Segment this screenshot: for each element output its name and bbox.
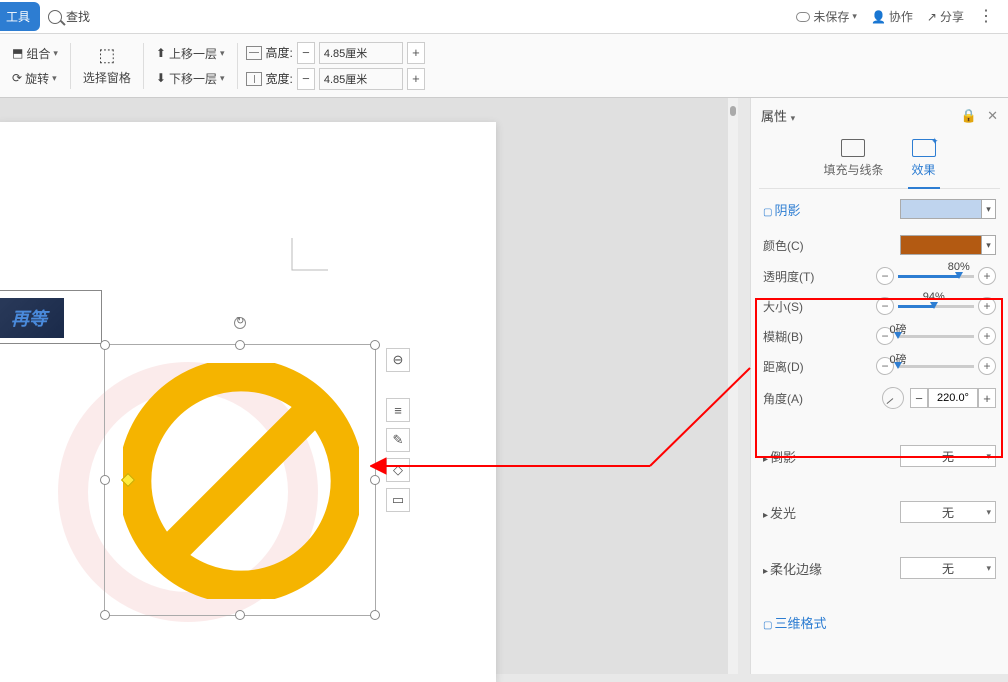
width-minus[interactable]: − — [297, 68, 315, 90]
share-label: 分享 — [940, 8, 964, 25]
selection-outer[interactable] — [0, 290, 102, 344]
angle-dial[interactable] — [882, 387, 904, 409]
handle-rotate[interactable] — [234, 317, 246, 329]
width-control: 宽度: − 4.85厘米 + — [246, 68, 425, 90]
tab-fill[interactable]: 填充与线条 — [823, 139, 883, 178]
no-entry-shape[interactable] — [123, 363, 359, 599]
search-label: 查找 — [66, 8, 90, 25]
cloud-icon — [796, 12, 810, 22]
reflection-dropdown[interactable]: 无 — [900, 445, 996, 467]
width-plus[interactable]: + — [407, 68, 425, 90]
rotate-button[interactable]: ⟳ 旋转▾ — [8, 68, 62, 89]
unsaved-label: 未保存 — [813, 8, 849, 25]
close-icon[interactable]: ✕ — [987, 108, 998, 124]
topbar: 工具 查找 未保存▾ 👤 协作 ↗ 分享 ⋮ — [0, 0, 1008, 34]
shadow-section[interactable]: ▢阴影 — [763, 200, 800, 219]
angle-input[interactable] — [928, 388, 978, 408]
height-label: 高度: — [266, 44, 293, 61]
softedge-section[interactable]: ▸柔化边缘 — [763, 559, 822, 578]
height-minus[interactable]: − — [297, 42, 315, 64]
rotate-label: 旋转 — [25, 70, 49, 87]
blur-slider[interactable]: 0磅 — [898, 335, 974, 338]
size-minus[interactable]: − — [876, 297, 894, 315]
handle-tr[interactable] — [370, 340, 380, 350]
angle-plus[interactable]: + — [978, 388, 996, 408]
search-button[interactable]: 查找 — [48, 8, 90, 25]
send-backward-label: 下移一层 — [169, 70, 217, 87]
tab-effect[interactable]: 效果 — [912, 139, 936, 178]
collab-label: 协作 — [889, 8, 913, 25]
send-backward-button[interactable]: ⬇ 下移一层▾ — [152, 68, 229, 89]
shadow-preset[interactable]: ▾ — [900, 199, 996, 219]
select-pane-label: 选择窗格 — [83, 69, 131, 86]
tab-effect-label: 效果 — [912, 161, 936, 178]
size-plus[interactable]: + — [978, 297, 996, 315]
blur-plus[interactable]: + — [978, 327, 996, 345]
active-tool-tab[interactable]: 工具 — [0, 2, 40, 31]
unsaved-status[interactable]: 未保存▾ — [796, 8, 857, 25]
handle-ml[interactable] — [100, 475, 110, 485]
handle-tc[interactable] — [235, 340, 245, 350]
tabs: 填充与线条 效果 — [759, 133, 1000, 189]
search-icon — [48, 10, 62, 24]
tab-fill-label: 填充与线条 — [823, 161, 883, 178]
shadow-color-label: 颜色(C) — [763, 237, 804, 254]
distance-slider[interactable]: 0磅 — [898, 365, 974, 368]
height-value: 4.85厘米 — [320, 45, 402, 61]
size-slider[interactable]: 94% — [898, 305, 974, 308]
transparency-minus[interactable]: − — [876, 267, 894, 285]
corner-mark — [288, 234, 336, 276]
select-pane-icon: ⬚ — [98, 45, 115, 66]
size-label: 大小(S) — [763, 298, 803, 315]
select-pane-button[interactable]: ⬚ 选择窗格 — [79, 43, 135, 88]
transparency-slider[interactable]: 80% — [898, 275, 974, 278]
handle-bc[interactable] — [235, 610, 245, 620]
collab-button[interactable]: 👤 协作 — [871, 8, 913, 25]
handle-tl[interactable] — [100, 340, 110, 350]
bring-forward-button[interactable]: ⬆ 上移一层▾ — [152, 43, 229, 64]
selection-main[interactable] — [104, 344, 376, 616]
combine-button[interactable]: ⬒ 组合▾ — [8, 43, 62, 64]
handle-br[interactable] — [370, 610, 380, 620]
properties-panel: 属性 ▾ 🔒 ✕ 填充与线条 效果 ▢阴影 ▾ 颜色(C) ▾ 透明度(T) −… — [750, 98, 1008, 674]
combine-label: 组合 — [26, 45, 50, 62]
height-control: 高度: − 4.85厘米 + — [246, 42, 425, 64]
effect-icon — [912, 139, 936, 157]
threed-section[interactable]: ▢三维格式 — [763, 613, 826, 632]
bring-forward-label: 上移一层 — [169, 45, 217, 62]
share-button[interactable]: ↗ 分享 — [927, 8, 964, 25]
transparency-plus[interactable]: + — [978, 267, 996, 285]
height-icon — [246, 46, 262, 60]
width-label: 宽度: — [266, 70, 293, 87]
distance-plus[interactable]: + — [978, 357, 996, 375]
fill-icon — [841, 139, 865, 157]
ribbon: ⬒ 组合▾ ⟳ 旋转▾ ⬚ 选择窗格 ⬆ 上移一层▾ ⬇ 下移一层▾ 高度: −… — [0, 34, 1008, 98]
glow-dropdown[interactable]: 无 — [900, 501, 996, 523]
angle-minus[interactable]: − — [910, 388, 928, 408]
height-plus[interactable]: + — [407, 42, 425, 64]
width-value: 4.85厘米 — [320, 71, 402, 87]
lock-icon[interactable]: 🔒 — [961, 108, 977, 124]
transparency-label: 透明度(T) — [763, 268, 814, 285]
shadow-color[interactable]: ▾ — [900, 235, 996, 255]
height-input[interactable]: 4.85厘米 — [319, 42, 403, 64]
softedge-dropdown[interactable]: 无 — [900, 557, 996, 579]
annotation-arrow — [370, 358, 770, 558]
blur-label: 模糊(B) — [763, 328, 803, 345]
panel-title: 属性 ▾ — [761, 106, 795, 125]
handle-bl[interactable] — [100, 610, 110, 620]
width-icon — [246, 72, 262, 86]
more-icon[interactable]: ⋮ — [978, 13, 994, 21]
width-input[interactable]: 4.85厘米 — [319, 68, 403, 90]
topbar-right: 未保存▾ 👤 协作 ↗ 分享 ⋮ — [796, 8, 1008, 25]
